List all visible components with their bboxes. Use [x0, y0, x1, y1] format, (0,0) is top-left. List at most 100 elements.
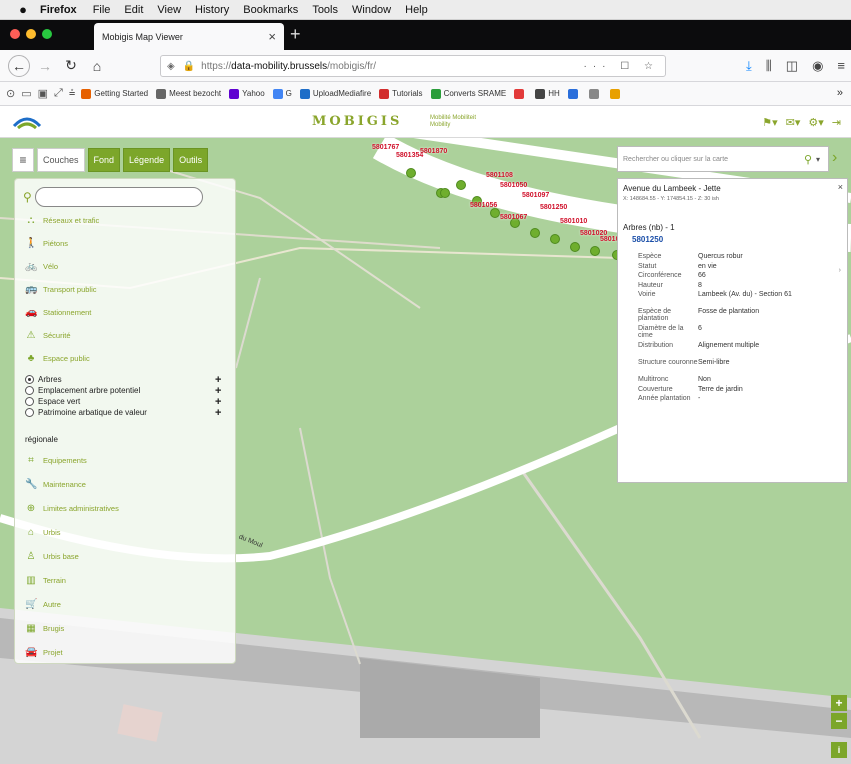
sidebar-icon[interactable]: ◫ [786, 58, 798, 74]
download-icon[interactable]: ⤓ [746, 58, 752, 74]
apple-icon[interactable]: ● [16, 2, 30, 17]
account-icon[interactable]: ◉ [812, 58, 823, 74]
sublayer-radio[interactable] [25, 375, 34, 384]
menu-history[interactable]: History [195, 4, 229, 16]
layer-category[interactable]: ♙ Urbis base [25, 551, 79, 562]
map-search[interactable]: Rechercher ou cliquer sur la carte ⚲ ▾ [617, 146, 829, 172]
bookmark-item[interactable] [567, 88, 581, 99]
sublayer-item[interactable]: Emplacement arbre potentiel + [25, 385, 225, 397]
hamburger-menu-icon[interactable]: ≡ [837, 58, 845, 74]
layer-category[interactable]: 🛒 Autre [25, 599, 61, 610]
logout-icon[interactable]: ⇥ [832, 116, 841, 129]
menu-file[interactable]: File [93, 4, 111, 16]
expand-plus-icon[interactable]: + [215, 407, 221, 419]
bookmark-item[interactable] [609, 88, 623, 99]
tab-close-icon[interactable]: × [268, 29, 276, 44]
layer-category[interactable]: 🚗 Stationnement [25, 307, 91, 318]
chevron-down-icon[interactable]: ▾ [816, 155, 828, 164]
map-pin-icon[interactable]: ⚲ [800, 153, 816, 166]
mail-icon[interactable]: ✉▾ [786, 116, 801, 129]
tab-fond[interactable]: Fond [87, 148, 121, 172]
library-icon[interactable]: ⫼ [766, 58, 772, 74]
home-button[interactable]: ⌂ [86, 55, 108, 77]
bookmark-item[interactable]: Yahoo [229, 88, 265, 99]
sublayer-radio[interactable] [25, 397, 34, 406]
tree-marker-icon[interactable] [530, 228, 540, 238]
reload-button[interactable]: ↻ [60, 55, 82, 77]
menu-bookmarks[interactable]: Bookmarks [243, 4, 298, 16]
layer-category[interactable]: ⊕ Limites administratives [25, 503, 119, 514]
lock-icon[interactable]: 🔒 [183, 61, 195, 72]
scroll-up-icon[interactable]: › [839, 267, 841, 274]
tree-marker-icon[interactable] [490, 208, 500, 218]
bookmark-item[interactable]: G [272, 88, 292, 99]
bookmark-item[interactable] [588, 88, 602, 99]
tab-outils[interactable]: Outils [173, 148, 209, 172]
sublayer-radio[interactable] [25, 408, 34, 417]
back-button[interactable]: ← [8, 54, 30, 77]
tree-marker-icon[interactable] [456, 180, 466, 190]
layer-category[interactable]: ⚠ Sécurité [25, 330, 71, 341]
menu-view[interactable]: View [157, 4, 181, 16]
tree-id-link[interactable]: 5801250 [632, 235, 663, 244]
layer-category[interactable]: 🚌 Transport public [25, 284, 97, 295]
layer-category[interactable]: ⛬ Réseaux et trafic [25, 215, 100, 226]
menu-help[interactable]: Help [405, 4, 428, 16]
tree-marker-icon[interactable] [590, 246, 600, 256]
menu-firefox[interactable]: Firefox [40, 4, 77, 16]
forward-button[interactable]: → [34, 55, 56, 77]
sublayer-radio[interactable] [25, 386, 34, 395]
tree-marker-icon[interactable] [440, 188, 450, 198]
tree-marker-icon[interactable] [406, 168, 416, 178]
sublayer-item[interactable]: Arbres + [25, 374, 225, 386]
bookmark-item[interactable]: Meest bezocht [156, 88, 221, 99]
maximize-window-icon[interactable] [42, 29, 52, 39]
bookmarks-more-icon[interactable]: » [837, 87, 843, 99]
bookmark-icon[interactable]: ⩮ [69, 87, 75, 100]
map-search-input[interactable]: Rechercher ou cliquer sur la carte [623, 156, 800, 163]
settings-icon[interactable]: ⚙▾ [808, 116, 823, 129]
tab-couches[interactable]: Couches [37, 148, 85, 172]
page-actions-icon[interactable]: ··· ☐ ☆ [584, 61, 659, 72]
bookmark-item[interactable]: UploadMediafire [299, 88, 371, 99]
expand-icon[interactable]: ⤢ [54, 87, 63, 100]
chevron-right-icon[interactable]: › [832, 149, 837, 167]
sublayer-item[interactable]: Espace vert + [25, 396, 225, 408]
app-logo-icon[interactable] [12, 114, 42, 130]
new-tab-button[interactable]: + [290, 24, 301, 44]
shield-icon[interactable]: ◈ [167, 61, 175, 72]
window-icon[interactable]: ▣ [38, 87, 48, 100]
close-icon[interactable]: × [838, 182, 843, 192]
layer-category[interactable]: ⌗ Equipements [25, 455, 87, 466]
bookmark-item[interactable]: Tutorials [379, 88, 423, 99]
zoom-out-button[interactable]: − [831, 713, 847, 729]
close-window-icon[interactable] [10, 29, 20, 39]
layer-category[interactable]: ⌂ Urbis [25, 527, 61, 538]
layer-category[interactable]: ▦ Brugis [25, 623, 64, 634]
reader-icon[interactable]: ▭ [21, 87, 31, 100]
tree-marker-icon[interactable] [570, 242, 580, 252]
menu-window[interactable]: Window [352, 4, 391, 16]
layer-category[interactable]: 🚲 Vélo [25, 261, 58, 272]
layer-search-input[interactable] [34, 187, 203, 207]
browser-tab[interactable]: Mobigis Map Viewer × [94, 23, 284, 50]
bookmark-item[interactable]: HH [535, 88, 560, 99]
bookmark-item[interactable]: Converts SRAME [430, 88, 506, 99]
tree-marker-icon[interactable] [550, 234, 560, 244]
map-info-button[interactable]: i [831, 742, 847, 758]
layer-category[interactable]: 🚶 Piétons [25, 238, 68, 249]
flag-icon[interactable]: ⚑▾ [762, 116, 777, 129]
layer-category[interactable]: ▥ Terrain [25, 575, 66, 586]
layer-category[interactable]: 🚘 Projet [25, 647, 63, 658]
bookmark-item[interactable]: Getting Started [81, 88, 148, 99]
menu-tools[interactable]: Tools [312, 4, 338, 16]
menu-edit[interactable]: Edit [124, 4, 143, 16]
zoom-in-button[interactable]: + [831, 695, 847, 711]
layer-category[interactable]: ♣ Espace public [25, 353, 90, 364]
panel-menu-button[interactable]: ≡ [12, 148, 34, 172]
sublayer-item[interactable]: Patrimoine arbatique de valeur + [25, 407, 225, 419]
clock-icon[interactable]: ⊙ [6, 87, 15, 100]
minimize-window-icon[interactable] [26, 29, 36, 39]
url-bar[interactable]: ◈ 🔒 https:// data-mobility.brussels /mob… [160, 55, 666, 77]
layer-category[interactable]: 🔧 Maintenance [25, 479, 86, 490]
